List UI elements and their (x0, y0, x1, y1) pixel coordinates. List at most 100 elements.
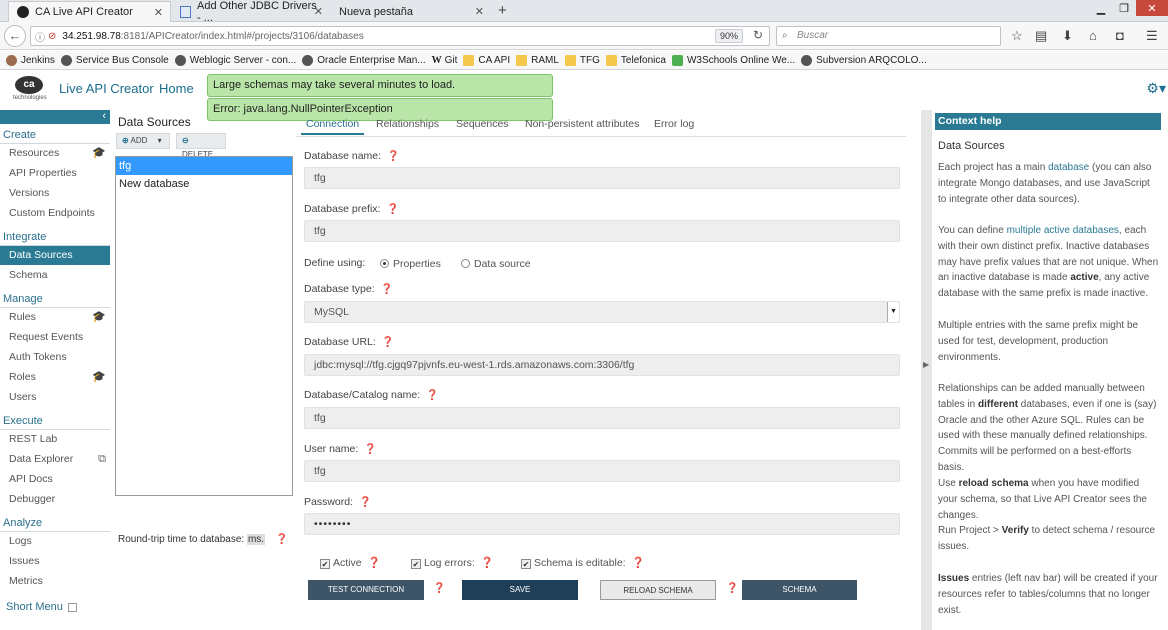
nav-item-versions[interactable]: Versions (0, 184, 110, 203)
bookmark-weblogic[interactable]: Weblogic Server - con... (174, 54, 296, 66)
menu-hamburger-icon[interactable]: ☰ (1146, 28, 1158, 44)
help-icon[interactable]: ❓ (368, 557, 381, 569)
ca-logo[interactable]: ca technologies (13, 76, 47, 102)
password-input[interactable]: •••••••• (304, 513, 900, 535)
tab-relationships[interactable]: Relationships (376, 118, 439, 130)
back-arrow-icon[interactable]: ← (4, 25, 26, 47)
bookmark-subversion[interactable]: Subversion ARQCOLO... (801, 54, 927, 66)
delete-button[interactable]: ⊖ DELETE (176, 133, 226, 159)
data-sources-list[interactable]: tfg New database (115, 156, 293, 496)
help-icon[interactable]: ❓ (433, 583, 445, 594)
home-link[interactable]: Home (159, 81, 194, 96)
nav-item-custom-endpoints[interactable]: Custom Endpoints (0, 204, 110, 223)
database-name-input[interactable]: tfg (304, 167, 900, 189)
bookmark-star-icon[interactable]: ☆ (1011, 28, 1023, 44)
nav-item-issues[interactable]: Issues (0, 552, 110, 571)
tab-sequences[interactable]: Sequences (456, 118, 509, 130)
reload-schema-button[interactable]: RELOAD SCHEMA (600, 580, 716, 600)
nav-item-schema[interactable]: Schema (0, 266, 110, 285)
close-tab-icon[interactable]: ✕ (314, 5, 323, 18)
database-type-select[interactable]: MySQL ▼ (304, 301, 900, 323)
nav-item-rest-lab[interactable]: REST Lab (0, 430, 110, 449)
schema-button[interactable]: SCHEMA (742, 580, 857, 600)
save-button[interactable]: SAVE (462, 580, 578, 600)
nav-item-users[interactable]: Users (0, 388, 110, 407)
help-icon[interactable]: ❓ (364, 444, 376, 455)
test-connection-button[interactable]: TEST CONNECTION (308, 580, 424, 600)
nav-item-resources[interactable]: Resources 🎓 (0, 144, 110, 163)
bookmark-service-bus[interactable]: Service Bus Console (60, 54, 169, 66)
nav-item-request-events[interactable]: Request Events (0, 328, 110, 347)
database-prefix-input[interactable]: tfg (304, 220, 900, 242)
gear-icon[interactable]: ⚙▾ (1146, 80, 1166, 97)
help-icon[interactable]: ❓ (359, 497, 371, 508)
help-icon[interactable]: ❓ (381, 284, 393, 295)
panel-splitter[interactable]: ▶ (921, 110, 932, 630)
log-errors-checkbox[interactable]: ✔ Log errors: ❓ (411, 556, 494, 569)
url-bar[interactable]: ⓘ ⊘ 34.251.98.78 :8181/APICreator/index.… (30, 26, 770, 46)
bookmark-git[interactable]: W Git (432, 55, 458, 66)
bookmark-raml[interactable]: RAML (516, 54, 559, 66)
short-menu-checkbox[interactable] (67, 602, 77, 612)
nav-item-logs[interactable]: Logs (0, 532, 110, 551)
bookmark-tfg[interactable]: TFG (564, 54, 600, 66)
add-button[interactable]: ⊕ ADD ▾ (116, 133, 170, 149)
close-tab-icon[interactable]: ✕ (154, 6, 163, 19)
splitter-arrow-icon[interactable]: ▶ (923, 360, 929, 369)
nav-item-rules[interactable]: Rules 🎓 (0, 308, 110, 327)
help-icon[interactable]: ❓ (481, 557, 494, 569)
database-url-input[interactable]: jdbc:mysql://tfg.cjgq97pjvnfs.eu-west-1.… (304, 354, 900, 376)
radio-properties[interactable]: Properties (380, 258, 441, 270)
help-icon[interactable]: ❓ (426, 390, 438, 401)
bookmark-telefonica[interactable]: Telefonica (605, 54, 666, 66)
external-link-icon[interactable]: ⧉ (98, 450, 106, 469)
maximize-icon[interactable]: ❐ (1113, 0, 1135, 16)
bookmark-w3schools[interactable]: W3Schools Online We... (671, 54, 795, 66)
browser-tab-new[interactable]: Nueva pestaña ✕ (331, 1, 491, 22)
pocket-icon[interactable]: ◘ (1116, 28, 1124, 43)
close-window-icon[interactable]: ✕ (1136, 0, 1168, 16)
active-checkbox[interactable]: ✔ Active ❓ (320, 556, 381, 569)
user-name-input[interactable]: tfg (304, 460, 900, 482)
bookmark-oracle[interactable]: Oracle Enterprise Man... (302, 54, 426, 66)
nav-item-debugger[interactable]: Debugger (0, 490, 110, 509)
home-icon[interactable]: ⌂ (1089, 28, 1097, 43)
close-tab-icon[interactable]: ✕ (475, 5, 484, 18)
help-icon[interactable]: ❓ (276, 534, 288, 545)
download-icon[interactable]: ⬇ (1062, 28, 1073, 44)
tab-error-log[interactable]: Error log (654, 118, 694, 130)
help-icon[interactable]: ❓ (386, 204, 398, 215)
help-icon[interactable]: ❓ (726, 583, 738, 594)
nav-item-auth-tokens[interactable]: Auth Tokens (0, 348, 110, 367)
zoom-badge[interactable]: 90% (714, 29, 743, 43)
database-link[interactable]: database (1048, 162, 1089, 173)
browser-tab-jdbc[interactable]: Add Other JDBC Drivers - ... ✕ (172, 0, 330, 24)
nav-item-data-explorer[interactable]: Data Explorer ⧉ (0, 450, 110, 469)
list-item[interactable]: New database (116, 175, 292, 193)
bookmark-jenkins[interactable]: Jenkins (6, 54, 55, 66)
dropdown-arrow-icon[interactable]: ▼ (887, 302, 899, 322)
nav-item-api-properties[interactable]: API Properties (0, 164, 110, 183)
schema-editable-checkbox[interactable]: ✔ Schema is editable: ❓ (521, 556, 645, 569)
collapse-nav-icon[interactable]: ‹ (0, 110, 110, 124)
bookmark-ca-api[interactable]: CA API (463, 54, 510, 66)
multiple-databases-link[interactable]: multiple active databases (1007, 225, 1119, 236)
new-tab-icon[interactable]: + (498, 2, 507, 19)
tab-connection[interactable]: Connection (300, 118, 365, 135)
catalog-name-input[interactable]: tfg (304, 407, 900, 429)
short-menu-toggle[interactable]: Short Menu (6, 601, 77, 613)
nav-item-data-sources[interactable]: Data Sources (0, 246, 110, 265)
nav-item-api-docs[interactable]: API Docs (0, 470, 110, 489)
minimize-icon[interactable]: ▁ (1090, 0, 1112, 16)
help-icon[interactable]: ❓ (382, 337, 394, 348)
reading-list-icon[interactable]: ▤ (1035, 28, 1047, 44)
help-icon[interactable]: ❓ (632, 557, 645, 569)
browser-tab-live-api[interactable]: CA Live API Creator ✕ (8, 1, 171, 22)
help-icon[interactable]: ❓ (387, 151, 399, 162)
tab-non-persistent-attributes[interactable]: Non-persistent attributes (525, 118, 639, 130)
nav-item-metrics[interactable]: Metrics (0, 572, 110, 591)
nav-item-roles[interactable]: Roles 🎓 (0, 368, 110, 387)
search-input[interactable]: ⌕ Buscar (776, 26, 1001, 46)
radio-data-source[interactable]: Data source (461, 258, 531, 270)
list-item[interactable]: tfg (116, 157, 292, 175)
